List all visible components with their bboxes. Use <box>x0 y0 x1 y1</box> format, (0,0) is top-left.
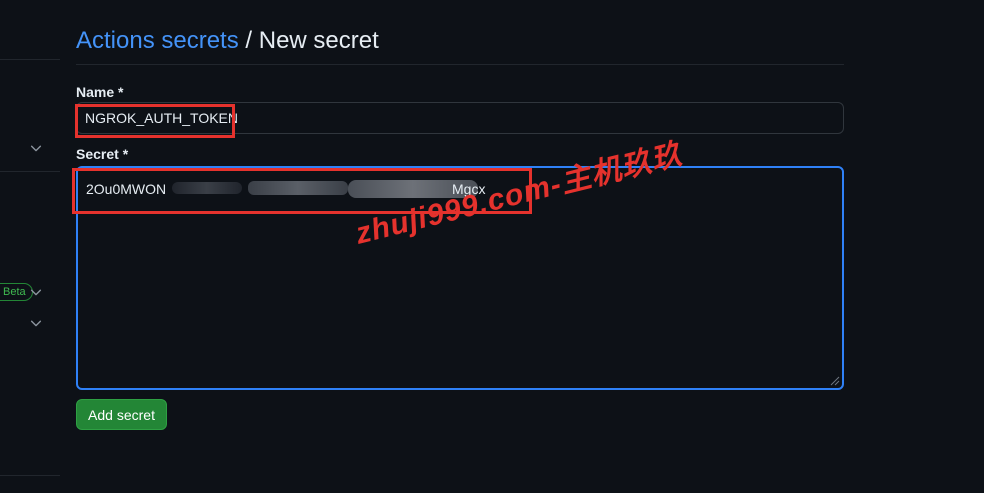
page-title-text: New secret <box>258 27 379 54</box>
chevron-down-icon[interactable] <box>29 285 43 299</box>
name-label: Name * <box>76 84 124 100</box>
sidebar-divider <box>0 475 60 476</box>
breadcrumb-separator: / <box>238 27 259 54</box>
page-title: Actions secrets / New secret <box>76 26 379 56</box>
add-secret-button[interactable]: Add secret <box>76 399 167 430</box>
secret-label: Secret * <box>76 146 129 162</box>
sidebar-divider <box>0 171 60 172</box>
breadcrumb-actions-secrets[interactable]: Actions secrets <box>76 27 239 54</box>
page: Beta Actions secrets / New secret Name *… <box>0 0 984 493</box>
resize-handle-icon[interactable] <box>828 374 840 386</box>
chevron-down-icon[interactable] <box>29 141 43 155</box>
chevron-down-icon[interactable] <box>29 316 43 330</box>
beta-badge: Beta <box>0 283 33 301</box>
sidebar-divider <box>0 59 60 60</box>
highlight-name-box <box>75 104 235 138</box>
header-divider <box>76 64 844 65</box>
sidebar: Beta <box>0 0 60 493</box>
